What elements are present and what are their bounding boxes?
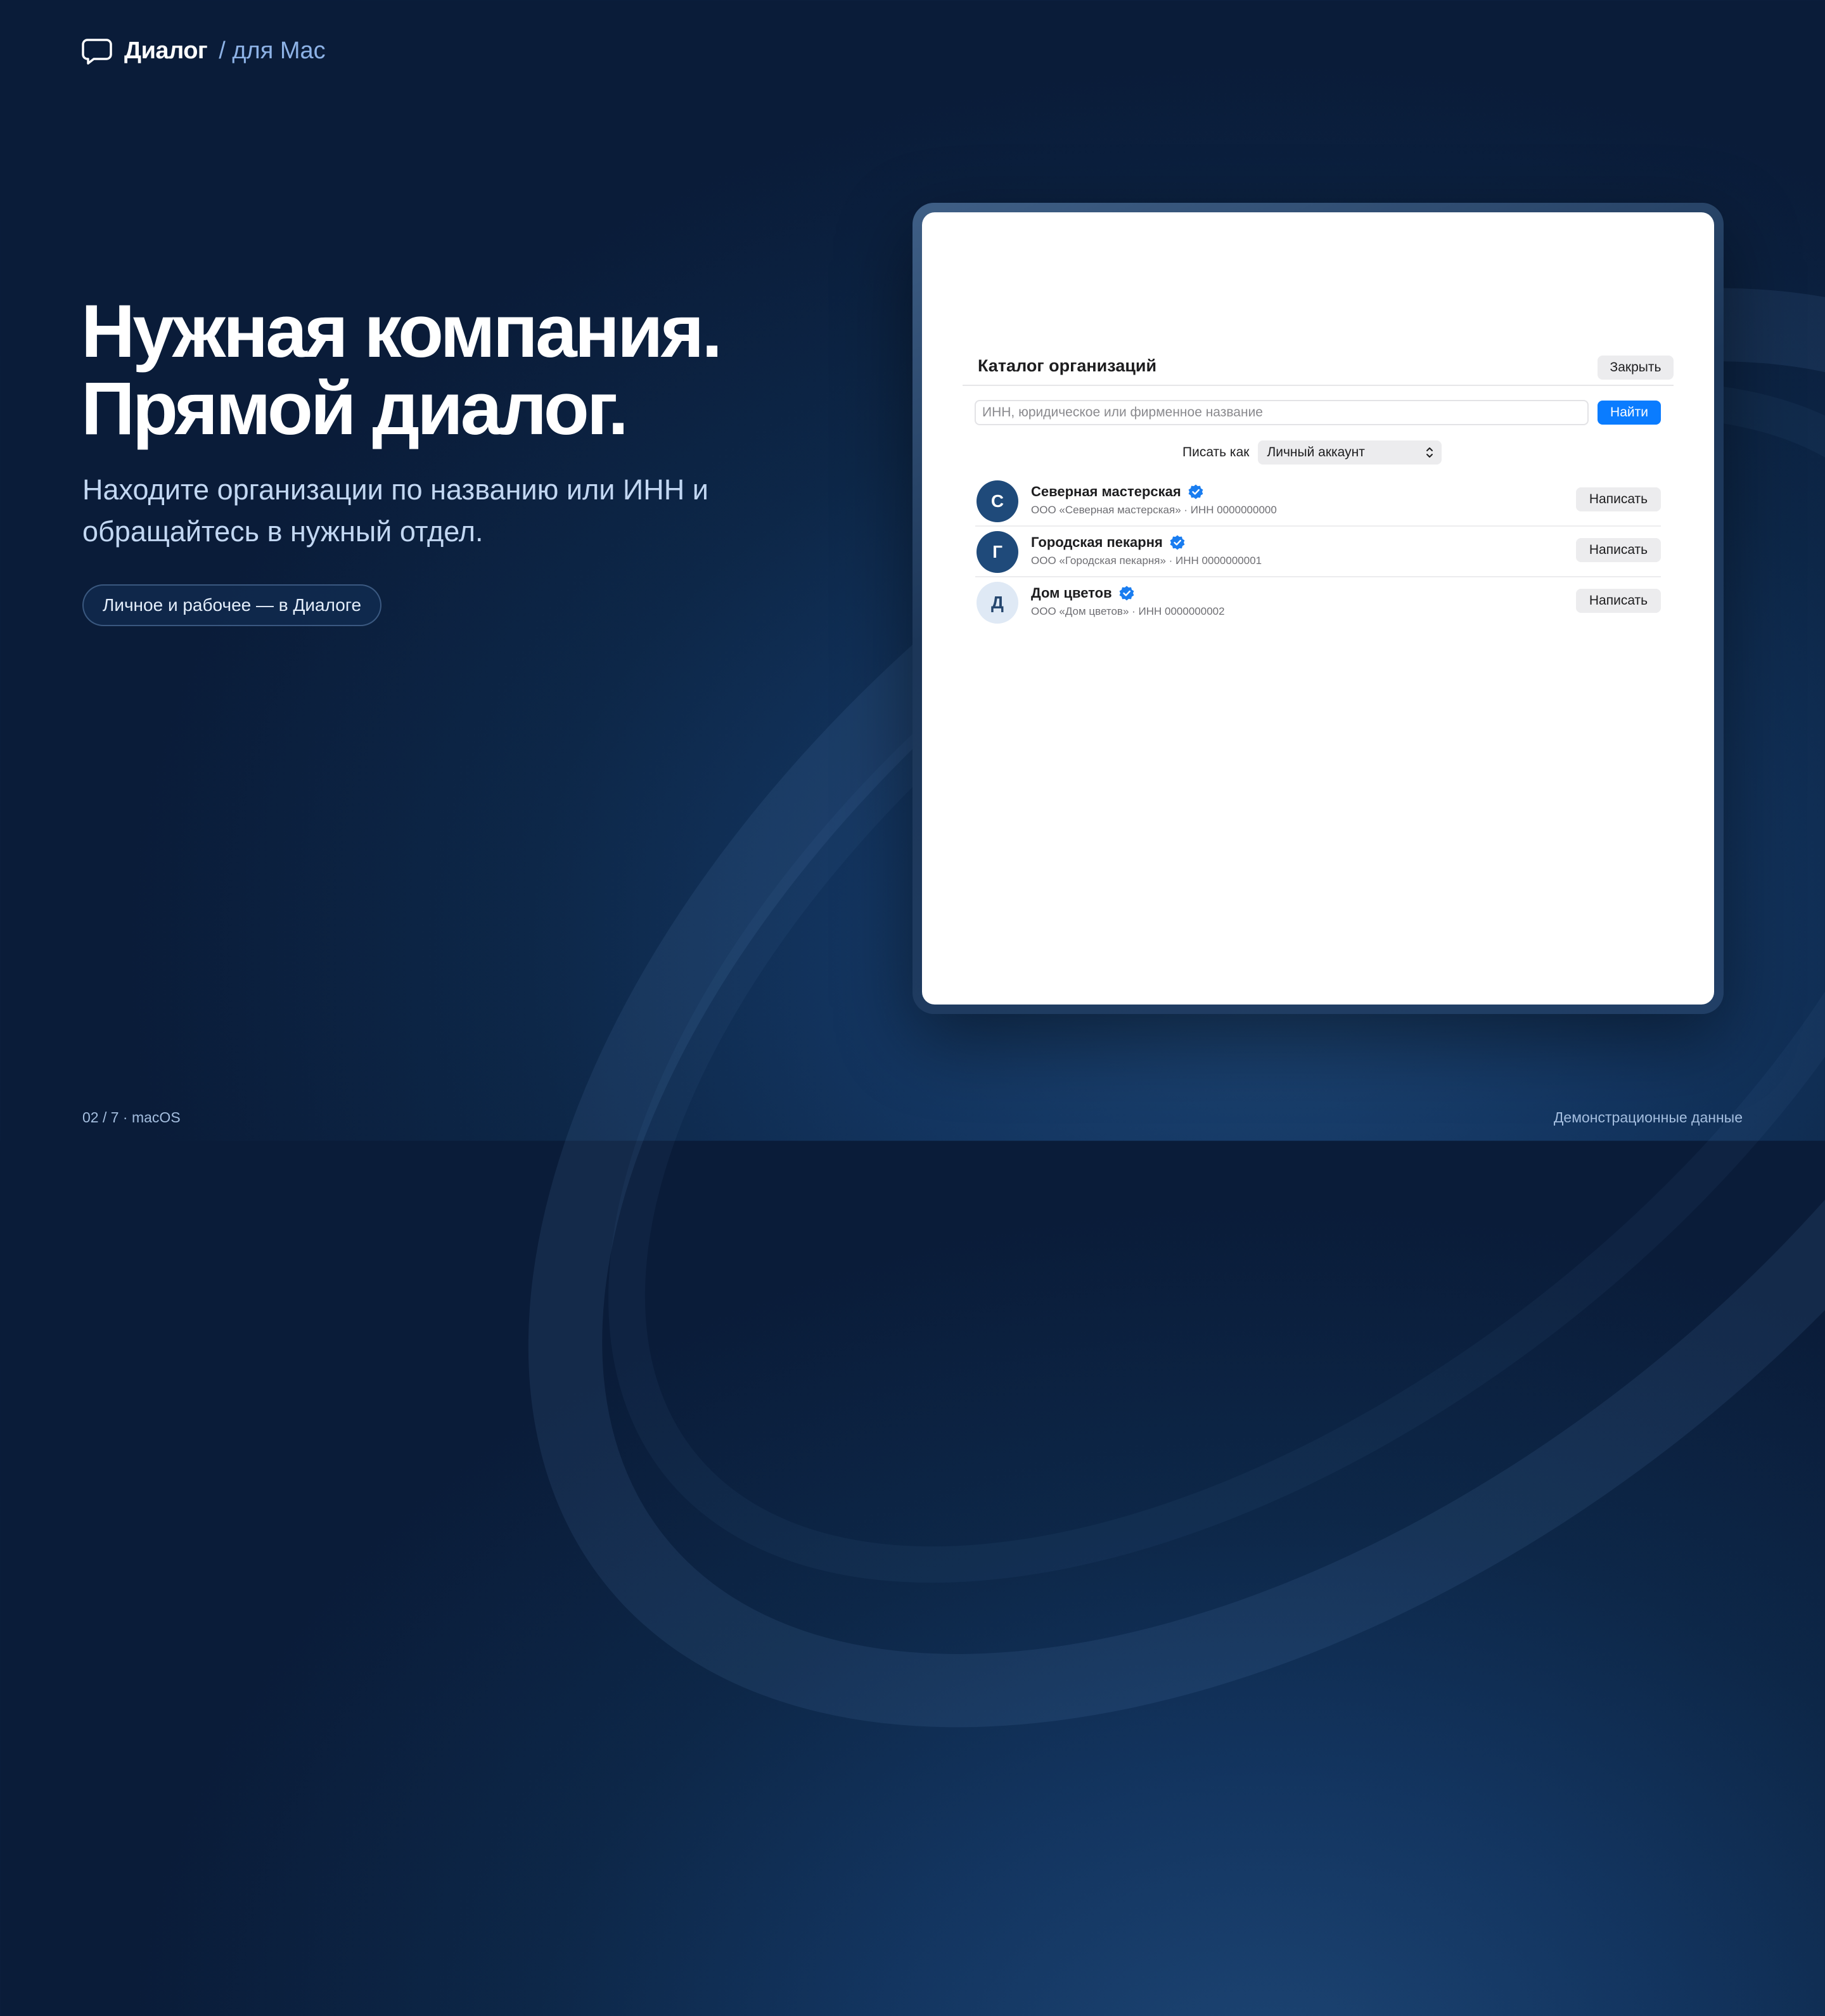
brand: Диалог / для Mac <box>81 34 326 67</box>
app-window: Каталог организаций Закрыть Найти Писать… <box>922 212 1714 1005</box>
org-name-line: Дом цветов <box>1031 584 1135 603</box>
demo-data-note: Демонстрационные данные <box>1553 1109 1743 1126</box>
verified-badge-icon <box>1188 484 1203 499</box>
close-button[interactable]: Закрыть <box>1598 356 1674 380</box>
org-name-line: Городская пекарня <box>1031 533 1186 552</box>
avatar: С <box>977 480 1018 522</box>
brand-subtitle: / для Mac <box>219 37 326 64</box>
hero-subtitle-line-1: Находите организации по названию или ИНН… <box>82 473 708 506</box>
search-row: Найти <box>975 400 1661 425</box>
account-select-value: Личный аккаунт <box>1267 445 1365 459</box>
verified-badge-icon <box>1119 586 1134 601</box>
avatar: Г <box>977 531 1018 573</box>
device-frame: Каталог организаций Закрыть Найти Писать… <box>912 203 1724 1014</box>
avatar: Д <box>977 582 1018 624</box>
write-as-row: Писать как Личный аккаунт <box>1182 440 1442 465</box>
list-item: Г Городская пекарня ООО «Городская пекар… <box>975 527 1661 577</box>
org-meta: ООО «Городская пекарня» · ИНН 0000000001 <box>1031 555 1262 567</box>
account-select[interactable]: Личный аккаунт <box>1258 440 1442 465</box>
org-meta: ООО «Дом цветов» · ИНН 0000000002 <box>1031 605 1225 617</box>
hero-subtitle-line-2: обращайтесь в нужный отдел. <box>82 515 483 548</box>
write-button[interactable]: Написать <box>1576 589 1661 613</box>
write-as-label: Писать как <box>1182 445 1250 459</box>
write-button[interactable]: Написать <box>1576 487 1661 511</box>
find-button[interactable]: Найти <box>1598 401 1661 425</box>
list-item: Д Дом цветов ООО «Дом цветов» · ИНН 0000… <box>975 577 1661 627</box>
brand-name: Диалог <box>124 37 208 64</box>
org-name: Дом цветов <box>1031 585 1112 601</box>
verified-badge-icon <box>1170 535 1185 550</box>
write-button[interactable]: Написать <box>1576 538 1661 562</box>
slide-counter: 02 / 7 · macOS <box>82 1109 181 1126</box>
org-meta: ООО «Северная мастерская» · ИНН 00000000… <box>1031 504 1277 516</box>
hero-title: Нужная компания. Прямой диалог. <box>81 293 842 447</box>
hero-title-line-2: Прямой диалог. <box>81 367 629 451</box>
window-header: Каталог организаций Закрыть <box>963 347 1674 386</box>
feature-pill: Личное и рабочее — в Диалоге <box>82 584 381 626</box>
org-name-line: Северная мастерская <box>1031 482 1204 501</box>
window-title: Каталог организаций <box>978 356 1157 375</box>
org-name: Северная мастерская <box>1031 484 1181 499</box>
search-input[interactable] <box>975 400 1589 425</box>
org-name: Городская пекарня <box>1031 534 1163 550</box>
list-item: С Северная мастерская ООО «Северная маст… <box>975 476 1661 527</box>
chat-bubble-icon <box>82 39 112 65</box>
chevron-up-down-icon <box>1426 447 1433 458</box>
organization-list: С Северная мастерская ООО «Северная маст… <box>975 476 1661 627</box>
hero-title-line-1: Нужная компания. <box>81 290 722 373</box>
hero-subtitle: Находите организации по названию или ИНН… <box>82 469 798 553</box>
